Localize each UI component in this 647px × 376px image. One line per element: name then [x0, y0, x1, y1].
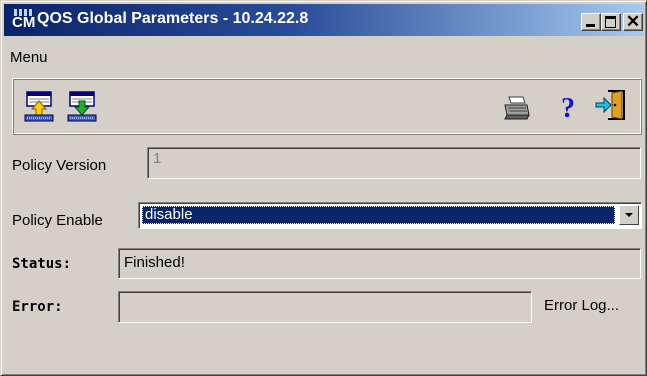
printer-icon[interactable]: [501, 93, 533, 125]
app-icon-label: CM: [12, 14, 36, 31]
close-icon: ✕: [625, 12, 641, 31]
toolbar: [12, 78, 642, 135]
help-glyph: ?: [561, 93, 575, 123]
app-cm-icon[interactable]: CM: [12, 8, 36, 32]
title-bar[interactable]: CM QOS Global Parameters - 10.24.22.8 ✕: [4, 4, 644, 36]
maximize-button[interactable]: [601, 13, 621, 31]
exit-door-icon[interactable]: [594, 88, 628, 122]
policy-enable-dropdown[interactable]: disable: [138, 202, 642, 229]
status-label: Status:: [12, 256, 72, 272]
error-field: [118, 291, 532, 323]
download-from-device-icon[interactable]: [66, 91, 98, 123]
window-title: QOS Global Parameters - 10.24.22.8: [37, 10, 309, 27]
upload-to-device-icon[interactable]: [23, 91, 55, 123]
error-label: Error:: [12, 299, 63, 315]
status-field: Finished!: [118, 248, 641, 279]
policy-enable-label: Policy Enable: [12, 212, 103, 229]
policy-version-label: Policy Version: [12, 157, 107, 174]
error-log-button[interactable]: Error Log...: [544, 297, 619, 314]
qos-global-parameters-window: CM QOS Global Parameters - 10.24.22.8 ✕ …: [0, 0, 647, 376]
help-icon[interactable]: ?: [552, 91, 584, 123]
menu-menu[interactable]: Menu: [10, 49, 48, 66]
policy-enable-selected-value[interactable]: disable: [142, 206, 615, 224]
policy-version-field: 1: [147, 147, 641, 179]
close-button[interactable]: ✕: [623, 12, 643, 31]
chevron-down-icon[interactable]: [619, 205, 639, 225]
minimize-button[interactable]: [581, 13, 601, 31]
